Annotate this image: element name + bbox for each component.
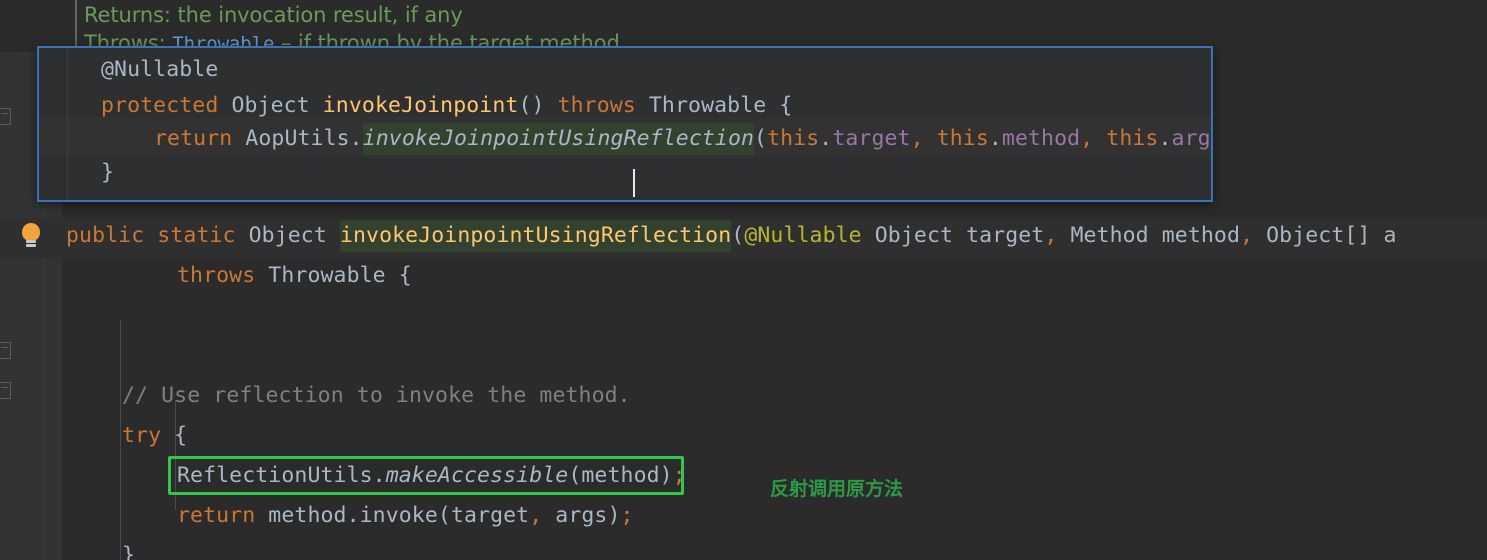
parens: () (518, 93, 558, 118)
keyword-this-3: this (1106, 126, 1159, 151)
comma-2: , (1080, 126, 1107, 151)
brace-open: { (161, 423, 188, 448)
field-method: method (1001, 126, 1081, 151)
method-name-highlighted[interactable]: invokeJoinpointUsingReflection (339, 220, 732, 252)
object-method: method (255, 503, 347, 528)
gutter-marker-icon[interactable] (0, 382, 11, 399)
dot-operator: . (349, 126, 363, 151)
dot-operator: . (1158, 126, 1172, 151)
comma-1: , (1044, 223, 1071, 248)
field-target: target (832, 126, 911, 151)
popup-close-brace: } (101, 160, 115, 185)
paren-close: ) (607, 503, 621, 528)
indent-guide (120, 320, 121, 560)
bulb-base-bottom (26, 244, 36, 247)
paren-open: ( (754, 126, 768, 151)
param1-type: Object (861, 223, 967, 248)
type-throwable: Throwable (255, 263, 399, 288)
argument-target: target (450, 503, 530, 528)
paren-open: ( (731, 223, 745, 248)
annotation-highlight-box (168, 456, 684, 495)
keyword-throws: throws (557, 93, 636, 118)
keyword-this-2: this (936, 126, 989, 151)
keyword-try: try (122, 423, 162, 448)
param2-type: Method (1070, 223, 1162, 248)
keyword-static: static (144, 223, 236, 248)
param2-name: method (1161, 223, 1241, 248)
text-caret (633, 169, 635, 197)
param3-type: Object[] (1266, 223, 1384, 248)
keyword-throws: throws (177, 263, 256, 288)
gutter-marker-icon[interactable] (0, 342, 11, 359)
type-object: Object (235, 223, 340, 248)
param1-name: target (966, 223, 1045, 248)
type-throwable: Throwable (635, 93, 780, 118)
popup-return-statement[interactable]: return AopUtils.invokeJoinpointUsingRefl… (101, 119, 1211, 159)
code-line-method-declaration[interactable]: public static Object invokeJoinpointUsin… (66, 216, 1397, 256)
keyword-public: public (66, 223, 145, 248)
dot-operator: . (819, 126, 833, 151)
popup-indent (101, 126, 154, 151)
keyword-return: return (154, 126, 233, 151)
param3-name: a (1383, 223, 1397, 248)
keyword-protected: protected (101, 93, 219, 118)
code-line-try[interactable]: try { (122, 416, 187, 456)
class-aop-utils: AopUtils (232, 126, 350, 151)
annotation-nullable: @Nullable (744, 223, 862, 248)
comma-1: , (910, 126, 937, 151)
dot-operator: . (988, 126, 1002, 151)
brace-open: { (779, 93, 793, 118)
method-invoke-joinpoint[interactable]: invokeJoinpoint (323, 93, 519, 118)
keyword-return: return (177, 503, 256, 528)
doc-quote-bar (75, 0, 77, 52)
semicolon: ; (620, 503, 634, 528)
return-type-object: Object (218, 93, 323, 118)
field-arguments: arguments (1171, 126, 1211, 151)
code-line-return-invoke[interactable]: return method.invoke(target, args); (177, 496, 634, 536)
code-line-comment[interactable]: // Use reflection to invoke the method. (122, 376, 631, 416)
doc-returns-line: Returns: the invocation result, if any (84, 3, 463, 27)
code-line-close-brace[interactable]: } (122, 536, 135, 560)
gutter-marker-icon[interactable] (0, 108, 11, 125)
argument-args: args (555, 503, 608, 528)
brace-open: { (398, 263, 412, 288)
paren-open: ( (437, 503, 451, 528)
code-line-throws[interactable]: throws Throwable { (177, 256, 412, 296)
quick-definition-popup[interactable]: @Nullable protected Object invokeJoinpoi… (37, 46, 1213, 202)
popup-gutter-separator (67, 48, 68, 200)
keyword-this-1: this (767, 126, 820, 151)
method-invoke-joinpoint-using-reflection[interactable]: invokeJoinpointUsingReflection (362, 123, 755, 155)
popup-annotation-nullable: @Nullable (101, 57, 219, 82)
javadoc-tooltip: Returns: the invocation result, if any T… (0, 0, 1487, 52)
comma: , (529, 503, 556, 528)
chinese-annotation-note: 反射调用原方法 (770, 478, 904, 500)
dot-operator: . (346, 503, 360, 528)
bulb-base-top (26, 240, 36, 243)
method-invoke[interactable]: invoke (360, 503, 438, 528)
comma-2: , (1240, 223, 1267, 248)
intention-bulb-icon[interactable] (19, 223, 43, 251)
